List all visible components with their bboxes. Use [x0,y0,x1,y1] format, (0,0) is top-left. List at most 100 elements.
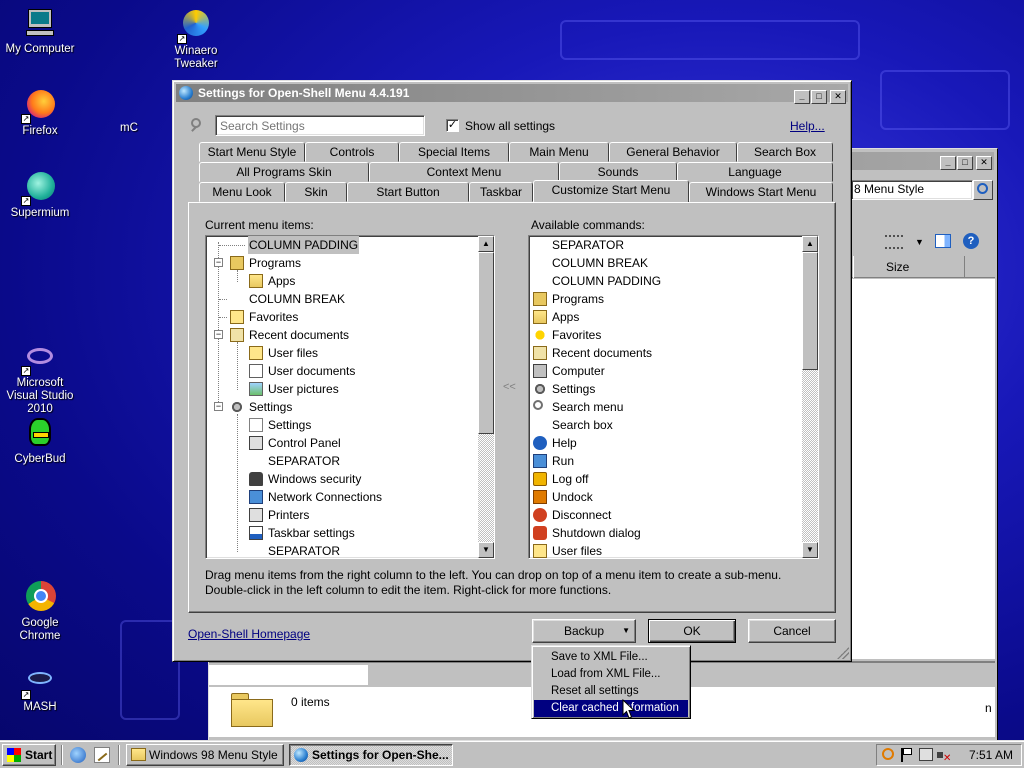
desktop-icon-winaero[interactable]: ↗ Winaero Tweaker [156,8,236,71]
tab-search-box[interactable]: Search Box [737,142,833,162]
minimize-button[interactable]: _ [794,90,810,104]
command-item[interactable]: Programs [529,290,802,308]
show-desktop-icon[interactable] [94,747,110,763]
command-item[interactable]: Shutdown dialog [529,524,802,542]
command-item[interactable]: Favorites [529,326,802,344]
menu-item-clear-cache[interactable]: Clear cached information [534,700,688,717]
tree-item[interactable]: Programs [206,254,478,272]
tree-item[interactable]: Apps [206,272,478,290]
tree-item[interactable]: Favorites [206,308,478,326]
scroll-down-button[interactable]: ▼ [802,542,818,558]
tab-general-behavior[interactable]: General Behavior [609,142,737,162]
command-item[interactable]: Disconnect [529,506,802,524]
tab-context-menu[interactable]: Context Menu [369,162,559,182]
tab-main-menu[interactable]: Main Menu [509,142,609,162]
tree-item[interactable]: Printers [206,506,478,524]
tab-start-menu-style[interactable]: Start Menu Style [199,142,305,162]
tree-item[interactable]: COLUMN PADDING [206,236,478,254]
desktop-icon-mash[interactable]: ↗ MASH [0,664,80,714]
tree-item[interactable]: User documents [206,362,478,380]
resize-grip[interactable] [837,647,849,659]
tree-item[interactable]: Taskbar settings [206,524,478,542]
command-item[interactable]: User files [529,542,802,558]
tree-expander[interactable]: − [214,330,223,339]
tree-item[interactable]: Windows security [206,470,478,488]
network-icon[interactable] [919,748,933,761]
tab-menu-look[interactable]: Menu Look [199,182,285,202]
scroll-up-button[interactable]: ▲ [802,236,818,252]
desktop-icon-visual-studio[interactable]: ↗ Microsoft Visual Studio 2010 [0,340,80,416]
tab-controls[interactable]: Controls [305,142,399,162]
flag-icon[interactable] [901,748,913,762]
help-icon[interactable]: ? [963,233,979,249]
search-icon[interactable] [882,748,894,760]
tab-skin[interactable]: Skin [285,182,347,202]
cancel-button[interactable]: Cancel [748,619,836,643]
command-item[interactable]: Help [529,434,802,452]
tree-item[interactable]: Settings [206,416,478,434]
task-settings-open-shell[interactable]: Settings for Open-She... [289,744,453,766]
tree-item[interactable]: User pictures [206,380,478,398]
command-item[interactable]: Search box [529,416,802,434]
scroll-up-button[interactable]: ▲ [478,236,494,252]
show-all-settings-checkbox[interactable]: ✓ [446,119,459,132]
command-item[interactable]: Computer [529,362,802,380]
column-header-size[interactable]: Size [853,256,965,278]
view-list-icon[interactable] [885,235,903,249]
clock[interactable]: 7:51 AM [969,745,1013,765]
internet-explorer-icon[interactable] [70,747,86,763]
tree-item[interactable]: COLUMN BREAK [206,290,478,308]
command-item[interactable]: SEPARATOR [529,236,802,254]
move-left-arrows[interactable]: << [503,381,516,393]
command-item[interactable]: Log off [529,470,802,488]
available-commands-list[interactable]: SEPARATOR COLUMN BREAK COLUMN PADDING Progr… [528,235,819,559]
desktop-icon-firefox[interactable]: ↗ Firefox [0,88,80,138]
tab-all-programs-skin[interactable]: All Programs Skin [199,162,369,182]
tab-special-items[interactable]: Special Items [399,142,509,162]
tree-expander[interactable]: − [214,258,223,267]
close-button[interactable]: ✕ [976,156,992,170]
tab-windows-start-menu[interactable]: Windows Start Menu [689,182,833,202]
tree-expander[interactable]: − [214,402,223,411]
desktop-icon-supermium[interactable]: ↗ Supermium [0,170,80,220]
tab-customize-start-menu[interactable]: Customize Start Menu [533,180,689,202]
menu-item-save-xml[interactable]: Save to XML File... [534,649,688,666]
desktop-icon-my-computer[interactable]: My Computer [0,6,80,56]
tab-taskbar[interactable]: Taskbar [469,182,533,202]
command-item[interactable]: Undock [529,488,802,506]
minimize-button[interactable]: _ [940,156,956,170]
available-list-scrollbar[interactable]: ▲ ▼ [802,236,818,558]
chevron-down-icon[interactable]: ▼ [915,237,924,247]
open-shell-homepage-link[interactable]: Open-Shell Homepage [188,627,310,641]
scroll-thumb[interactable] [478,252,494,434]
scroll-down-button[interactable]: ▼ [478,542,494,558]
menu-item-load-xml[interactable]: Load from XML File... [534,666,688,683]
ok-button[interactable]: OK [648,619,736,643]
explorer-search-input[interactable]: 8 Menu Style [851,180,973,200]
search-settings-input[interactable] [215,115,425,136]
tab-sounds[interactable]: Sounds [559,162,677,182]
help-link[interactable]: Help... [790,119,825,133]
current-list-scrollbar[interactable]: ▲ ▼ [478,236,494,558]
maximize-button[interactable]: □ [957,156,973,170]
command-item[interactable]: Settings [529,380,802,398]
command-item[interactable]: COLUMN BREAK [529,254,802,272]
dialog-titlebar[interactable]: Settings for Open-Shell Menu 4.4.191 _ □ ✕ [176,84,848,104]
settings-dialog[interactable]: Settings for Open-Shell Menu 4.4.191 _ □ ✕… [172,80,852,662]
current-menu-items-tree[interactable]: COLUMN PADDING Programs Apps COLUMN BREAK Fa… [205,235,495,559]
maximize-button[interactable]: □ [811,90,827,104]
command-item[interactable]: COLUMN PADDING [529,272,802,290]
tab-start-button[interactable]: Start Button [347,182,469,202]
preview-pane-icon[interactable] [935,234,951,248]
tab-language[interactable]: Language [677,162,833,182]
task-windows-98-menu-style[interactable]: Windows 98 Menu Style [126,744,284,766]
tree-item[interactable]: SEPARATOR [206,542,478,558]
scroll-thumb[interactable] [802,252,818,370]
menu-item-reset-settings[interactable]: Reset all settings [534,683,688,700]
desktop-icon-cyberbud[interactable]: CyberBud [0,416,80,466]
command-item[interactable]: Recent documents [529,344,802,362]
tree-item[interactable]: Settings [206,398,478,416]
start-button[interactable]: Start [2,744,56,766]
tree-item[interactable]: SEPARATOR [206,452,478,470]
command-item[interactable]: Run [529,452,802,470]
